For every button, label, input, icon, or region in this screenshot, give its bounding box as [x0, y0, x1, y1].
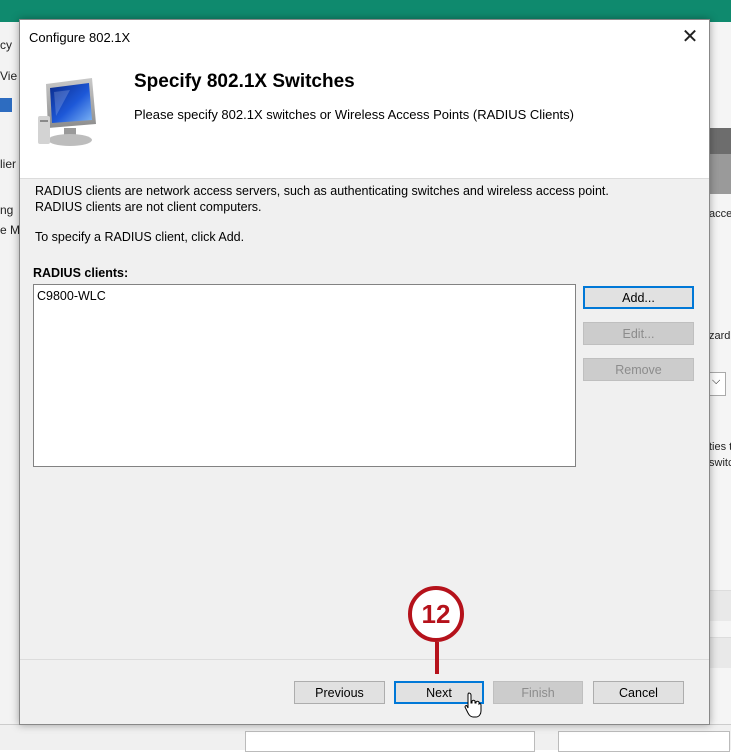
add-button[interactable]: Add... [583, 286, 694, 309]
edit-button[interactable]: Edit... [583, 322, 694, 345]
bg-text-fragment: acce [709, 208, 731, 220]
bg-text-fragment: ties t [709, 441, 731, 453]
list-item[interactable]: C9800-WLC [37, 289, 106, 303]
bg-panel [709, 590, 731, 621]
cancel-button[interactable]: Cancel [593, 681, 684, 704]
mouse-cursor-icon [464, 692, 482, 718]
bg-panel-header [709, 128, 731, 154]
bg-dropdown[interactable] [709, 372, 726, 396]
computer-icon [38, 78, 96, 146]
bg-text-fragment: switc [709, 457, 731, 469]
bg-text-fragment: ng [0, 203, 14, 217]
description-text: RADIUS clients are not client computers. [35, 200, 262, 214]
bg-text-fragment: e M [0, 223, 21, 237]
radius-clients-label: RADIUS clients: [33, 266, 129, 280]
instruction-text: To specify a RADIUS client, click Add. [35, 230, 245, 244]
finish-button[interactable]: Finish [493, 681, 583, 704]
wizard-heading: Specify 802.1X Switches [134, 71, 355, 92]
close-button[interactable]: ✕ [676, 24, 704, 50]
bg-text-fragment: cy [0, 38, 12, 52]
bg-panel-band [709, 154, 731, 194]
dialog-title: Configure 802.1X [29, 30, 131, 45]
bg-text-fragment: zard [709, 330, 731, 342]
step-callout: 12 [408, 586, 464, 642]
remove-button[interactable]: Remove [583, 358, 694, 381]
radius-clients-list[interactable]: C9800-WLC [33, 284, 576, 467]
close-icon: ✕ [681, 26, 699, 48]
dialog-title-bar: Configure 802.1X ✕ [20, 20, 709, 54]
background-right-pane: acce zard ties t switc [709, 22, 731, 749]
bg-text-fragment: lier [0, 157, 17, 171]
help-icon [0, 98, 12, 112]
previous-button[interactable]: Previous [294, 681, 385, 704]
callout-pointer-line [435, 642, 439, 674]
description-text: RADIUS clients are network access server… [35, 184, 609, 198]
bg-text-fragment: Vie [0, 69, 18, 83]
configure-8021x-dialog: Configure 802.1X ✕ Specify 802.1X Switch… [19, 19, 710, 725]
footer-separator [20, 659, 709, 660]
bg-panel [709, 637, 731, 668]
wizard-subheading: Please specify 802.1X switches or Wirele… [134, 107, 574, 122]
wizard-header: Specify 802.1X Switches Please specify 8… [20, 54, 709, 179]
background-bottom-bar [0, 724, 731, 752]
